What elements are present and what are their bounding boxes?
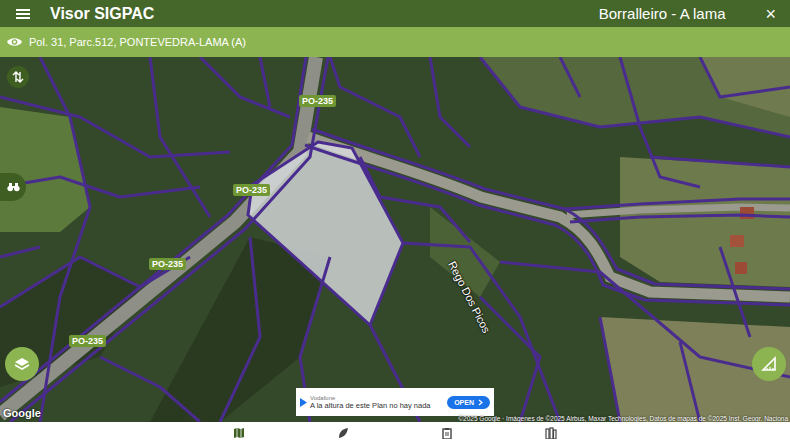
parcel-boundary <box>220 237 260 422</box>
app: Visor SIGPAC Borralleiro - A lama × Pol. 31… <box>0 0 790 440</box>
ad-sponsor: Vodafone <box>310 395 444 401</box>
app-bar: Visor SIGPAC Borralleiro - A lama × <box>0 0 790 27</box>
measure-icon <box>761 356 777 372</box>
books-icon <box>545 427 557 439</box>
parcel-reference: Pol. 31, Parc.512, PONTEVEDRA-LAMA (A) <box>29 36 246 48</box>
satellite-map[interactable] <box>0 57 790 422</box>
parcel-boundary <box>430 57 470 147</box>
eye-icon[interactable] <box>6 36 23 48</box>
map-icon <box>233 427 245 439</box>
chevron-icon <box>478 399 483 406</box>
parcel-boundary <box>620 57 700 187</box>
parcel-boundary <box>0 247 40 257</box>
road-label: PO-235 <box>149 258 186 270</box>
swap-button[interactable] <box>7 66 29 88</box>
parcel-boundary <box>312 129 790 289</box>
parcel-boundary <box>565 199 790 209</box>
binoculars-icon <box>7 182 20 192</box>
parcel-boundary <box>560 57 580 97</box>
parcel-boundary <box>100 357 200 422</box>
ad-banner[interactable]: VodafoneA la altura de este Plan no hay … <box>296 388 494 416</box>
parcel-boundary <box>600 317 620 422</box>
parcel-boundary <box>480 57 790 137</box>
nav-item[interactable] <box>545 425 557 437</box>
leaf-icon <box>337 427 349 439</box>
map-attribution: ©2025 Google · Imágenes de ©2025 Airbus,… <box>458 415 788 422</box>
nav-item[interactable] <box>337 425 349 437</box>
nav-item[interactable] <box>233 425 245 437</box>
parcel-boundary <box>0 57 306 402</box>
clipboard-icon <box>441 427 453 439</box>
parcel-boundary <box>700 57 790 97</box>
parcel-boundary <box>0 177 200 197</box>
parcel-boundary <box>260 57 270 107</box>
close-button[interactable]: × <box>765 5 776 23</box>
layers-button[interactable] <box>5 347 39 381</box>
parcel-boundary <box>10 57 328 422</box>
bottom-nav <box>0 422 790 440</box>
menu-icon[interactable] <box>16 8 30 20</box>
parcel-boundary <box>330 57 420 157</box>
swap-icon <box>12 71 24 83</box>
road-label: PO-235 <box>69 335 106 347</box>
layers-icon <box>14 356 30 372</box>
parcel-boundary <box>305 145 790 305</box>
parcel-bar: Pol. 31, Parc.512, PONTEVEDRA-LAMA (A) <box>0 27 790 57</box>
parcel-boundary <box>650 157 790 167</box>
map[interactable]: PO-235PO-235PO-235PO-235Rego Dos PicosGo… <box>0 57 790 422</box>
ad-choices-icon[interactable] <box>300 398 307 407</box>
app-title: Visor SIGPAC <box>50 5 154 23</box>
parcel-boundary <box>150 57 210 217</box>
parcel-boundary <box>680 342 700 422</box>
place-name: Borralleiro - A lama <box>599 5 726 22</box>
google-logo: Google <box>3 407 41 419</box>
parcel-boundary <box>720 247 750 337</box>
parcel-boundary <box>0 97 230 157</box>
road-label: PO-235 <box>299 95 336 107</box>
ad-open-button[interactable]: OPEN <box>447 396 490 409</box>
parcel-boundary <box>570 215 790 222</box>
parcel-boundary <box>40 57 90 422</box>
ad-text: A la altura de este Plan no hay nada <box>310 401 444 410</box>
measure-button[interactable] <box>752 347 786 381</box>
parcel-boundary <box>200 57 290 117</box>
nav-item[interactable] <box>441 425 453 437</box>
road-label: PO-235 <box>233 184 270 196</box>
